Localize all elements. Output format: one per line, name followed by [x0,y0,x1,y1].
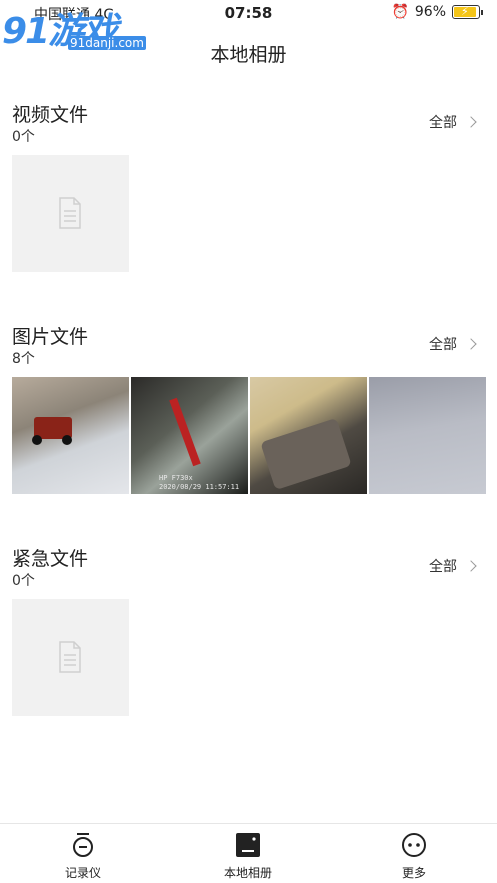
tab-more[interactable]: 更多 [364,832,464,881]
battery-percent: 96% [414,4,446,20]
empty-placeholder [12,599,129,716]
section-count: 0个 [12,573,35,589]
photo-all-link[interactable]: 全部 [429,334,477,354]
video-all-link[interactable]: 全部 [429,112,477,132]
tab-recorder[interactable]: 记录仪 [33,832,133,881]
photo-thumbnail[interactable] [12,377,129,494]
tab-label: 更多 [401,866,426,880]
tab-label: 本地相册 [223,866,272,880]
dashcam-icon [73,833,93,857]
all-label: 全部 [429,337,457,353]
section-title: 紧急文件 [12,548,89,570]
section-title: 图片文件 [12,326,89,348]
document-icon [59,641,81,673]
all-label: 全部 [429,559,457,575]
all-label: 全部 [429,115,457,131]
more-icon [402,833,426,857]
photo-thumbnail[interactable] [369,377,486,494]
album-icon [236,833,260,857]
tab-label: 记录仪 [64,866,101,880]
battery-icon: ⚡ [452,5,480,19]
photo-caption: HP F730x 2020/08/29 11:57:11 [159,474,240,491]
alarm-icon: ⏰ [391,4,409,20]
empty-placeholder [12,155,129,272]
photo-thumbnail[interactable] [250,377,367,494]
chevron-right-icon [465,560,477,572]
emergency-all-link[interactable]: 全部 [429,556,477,576]
document-icon [59,197,81,229]
photo-thumbnails: HP F730x 2020/08/29 11:57:11 [12,377,486,494]
status-right: ⏰ 96% ⚡ [391,4,483,20]
chevron-right-icon [465,338,477,350]
chevron-right-icon [465,116,477,128]
tab-album[interactable]: 本地相册 [198,832,298,881]
section-count: 8个 [12,351,35,367]
page-title: 本地相册 [210,44,287,66]
section-title: 视频文件 [12,104,89,126]
photo-thumbnail[interactable]: HP F730x 2020/08/29 11:57:11 [131,377,248,494]
tab-bar: 记录仪 本地相册 更多 [0,823,497,883]
section-count: 0个 [12,129,35,145]
